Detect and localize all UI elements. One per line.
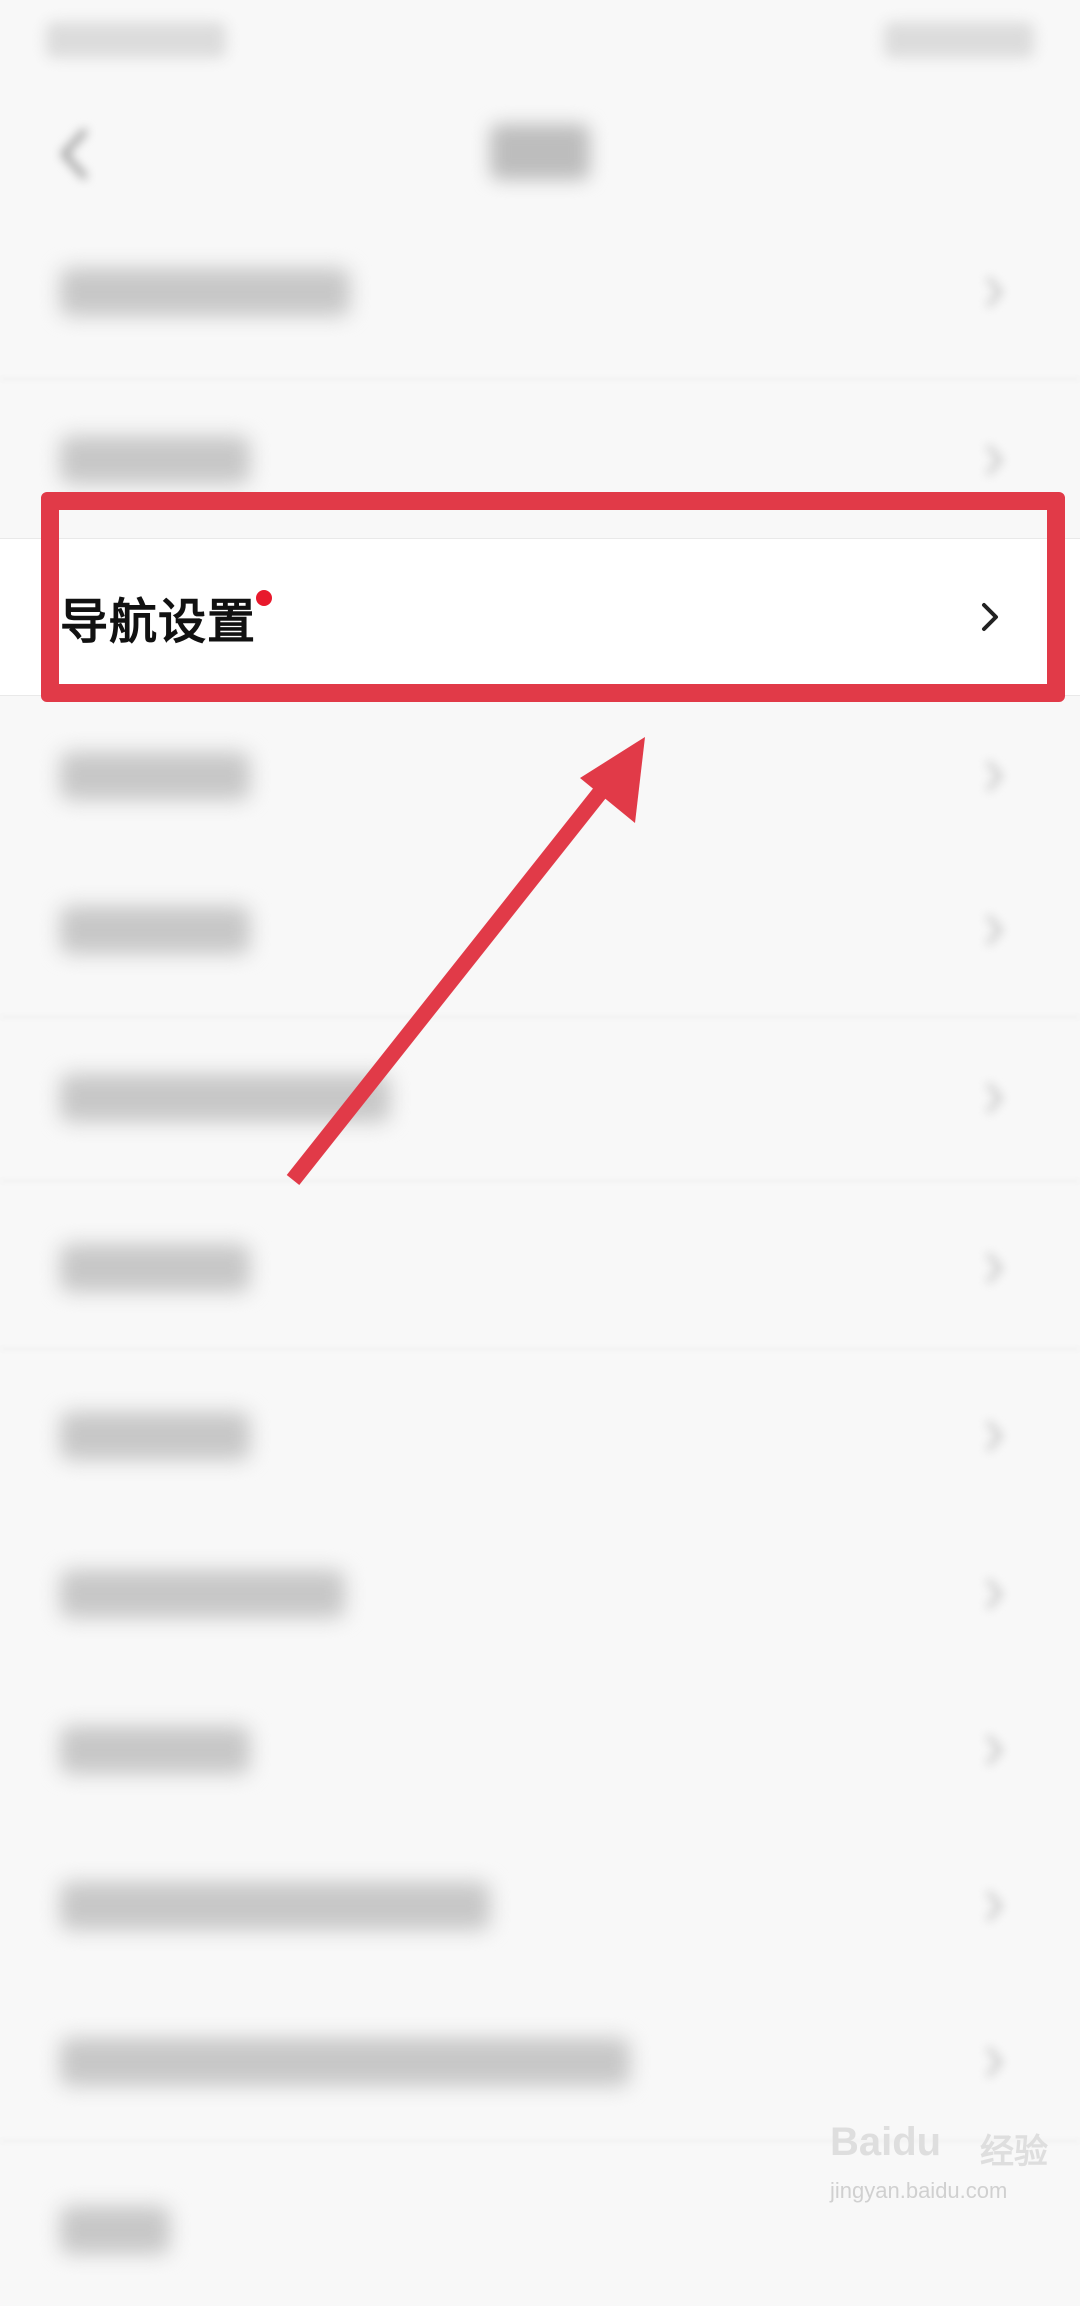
blurred-label	[60, 1570, 345, 1618]
divider	[0, 378, 1080, 380]
chevron-right-icon	[974, 2042, 1014, 2082]
list-item-blurred-5[interactable]	[0, 1020, 1080, 1176]
blurred-label	[60, 1882, 490, 1930]
list-item-blurred-8[interactable]	[0, 1516, 1080, 1672]
list-item-blurred-10[interactable]	[0, 1828, 1080, 1984]
list-item-blurred-6[interactable]	[0, 1190, 1080, 1346]
blurred-label	[60, 436, 250, 484]
chevron-right-icon	[974, 1730, 1014, 1770]
divider	[0, 1180, 1080, 1182]
watermark-product: 经验	[980, 2133, 1048, 2171]
chevron-right-icon	[974, 1886, 1014, 1926]
blurred-label	[60, 268, 350, 316]
blurred-label	[60, 2038, 630, 2086]
chevron-right-icon	[974, 272, 1014, 312]
blurred-label	[60, 1074, 390, 1122]
divider	[0, 1016, 1080, 1018]
chevron-right-icon	[974, 1248, 1014, 1288]
blurred-label	[60, 906, 250, 954]
chevron-right-icon	[974, 1574, 1014, 1614]
list-item-blurred-9[interactable]	[0, 1672, 1080, 1828]
divider	[0, 1348, 1080, 1350]
watermark: Baidu 经验 jingyan.baidu.com	[830, 2120, 1060, 2230]
chevron-right-icon	[974, 1416, 1014, 1456]
watermark-url: jingyan.baidu.com	[830, 2178, 1008, 2203]
highlight-box	[41, 492, 1065, 702]
chevron-right-icon	[974, 440, 1014, 480]
list-item-blurred-3[interactable]	[0, 698, 1080, 854]
watermark-brand: Baidu	[830, 2120, 942, 2164]
chevron-right-icon	[974, 756, 1014, 796]
list-item-blurred-11[interactable]	[0, 1984, 1080, 2140]
blurred-label	[60, 752, 250, 800]
settings-list: 导航设置	[0, 0, 1080, 2254]
blurred-label	[60, 2206, 170, 2254]
blurred-label	[60, 1244, 250, 1292]
list-item-blurred-7[interactable]	[0, 1358, 1080, 1514]
list-item-blurred-4[interactable]	[0, 852, 1080, 1008]
chevron-right-icon	[974, 910, 1014, 950]
blurred-label	[60, 1726, 250, 1774]
chevron-right-icon	[974, 1078, 1014, 1118]
list-item-blurred-1[interactable]	[0, 214, 1080, 370]
blurred-label	[60, 1412, 250, 1460]
